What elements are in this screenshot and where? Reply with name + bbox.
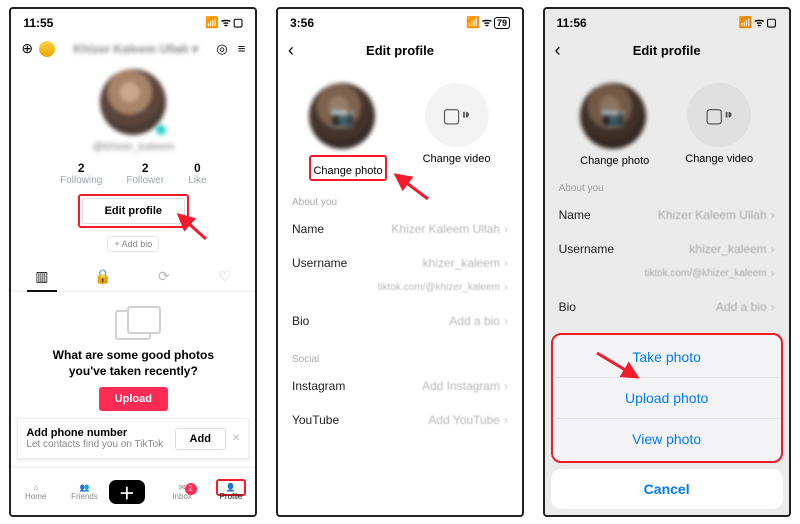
content-tabs: ▥ 🔒 ⟳ ♡: [11, 262, 255, 292]
stat-like[interactable]: 0Like: [188, 161, 206, 186]
row-username[interactable]: Usernamekhizer_kaleem›: [545, 232, 789, 266]
status-time: 11:55: [23, 16, 53, 30]
row-name[interactable]: NameKhizer Kaleem Ullah›: [278, 212, 522, 246]
menu-icon[interactable]: ≡: [238, 41, 246, 57]
video-icon: ▢⁍: [425, 83, 489, 147]
verified-badge: [154, 123, 168, 137]
row-username[interactable]: Usernamekhizer_kaleem›: [278, 246, 522, 280]
media-row: 📷 Change photo ▢⁍ Change video: [545, 83, 789, 167]
change-video[interactable]: ▢⁍ Change video: [423, 83, 491, 181]
row-profile-link[interactable]: tiktok.com/@khizer_kaleem›: [278, 280, 522, 304]
section-about: About you: [278, 181, 522, 212]
back-icon[interactable]: ‹: [555, 40, 575, 61]
nav-friends[interactable]: 👥Friends: [60, 483, 109, 501]
status-bar: 11:55 📶ᯤ▢: [11, 9, 255, 36]
edit-header: ‹ Edit profile: [545, 36, 789, 65]
views-icon[interactable]: ◎: [216, 41, 227, 57]
profile-name-dropdown[interactable]: Khizer Kaleem Ullah ▾: [55, 42, 216, 56]
camera-icon: 📷: [309, 83, 375, 149]
avatar[interactable]: [100, 69, 166, 135]
section-social: Social: [278, 338, 522, 369]
status-time: 3:56: [290, 16, 314, 30]
coin-icon[interactable]: [39, 41, 55, 57]
nav-create[interactable]: ＋: [109, 480, 158, 504]
stat-follower[interactable]: 2Follower: [126, 161, 164, 186]
bottom-nav: ⌂Home 👥Friends ＋ ✉2Inbox 👤Profile: [11, 467, 255, 515]
edit-header: ‹ Edit profile: [278, 36, 522, 65]
nav-home[interactable]: ⌂Home: [11, 483, 60, 501]
change-photo[interactable]: 📷 Change photo: [580, 83, 649, 167]
stats: 2Following 2Follower 0Like: [11, 161, 255, 186]
status-bar: 11:56 📶ᯤ▢: [545, 9, 789, 36]
row-instagram[interactable]: InstagramAdd Instagram›: [278, 369, 522, 403]
add-bio-button[interactable]: + Add bio: [107, 236, 159, 252]
action-view-photo[interactable]: View photo: [555, 419, 779, 459]
page-title: Edit profile: [575, 43, 759, 58]
screen-edit-profile: 3:56 📶ᯤ79 ‹ Edit profile 📷 Change photo …: [276, 7, 524, 517]
camera-icon: 📷: [580, 83, 646, 149]
row-bio[interactable]: BioAdd a bio›: [278, 304, 522, 338]
upload-button[interactable]: Upload: [99, 387, 168, 411]
profile-header: ⊕ Khizer Kaleem Ullah ▾ ◎ ≡: [11, 36, 255, 61]
page-title: Edit profile: [308, 43, 492, 58]
placeholder-icon: [115, 310, 151, 340]
tab-liked[interactable]: ♡: [194, 262, 255, 291]
action-cancel[interactable]: Cancel: [551, 469, 783, 509]
status-bar: 3:56 📶ᯤ79: [278, 9, 522, 36]
row-profile-link[interactable]: tiktok.com/@khizer_kaleem›: [545, 266, 789, 290]
section-about: About you: [545, 167, 789, 198]
video-icon: ▢⁍: [687, 83, 751, 147]
nav-profile[interactable]: 👤Profile: [207, 483, 256, 501]
back-icon[interactable]: ‹: [288, 40, 308, 61]
screen-action-sheet: 11:56 📶ᯤ▢ ‹ Edit profile 📷 Change photo …: [543, 7, 791, 517]
username-text: @khizer_kaleem: [11, 141, 255, 153]
status-icons: 📶ᯤ▢: [203, 15, 243, 30]
tab-posts[interactable]: ▥: [11, 262, 72, 291]
status-icons: 📶ᯤ▢: [736, 15, 776, 30]
add-account-icon[interactable]: ⊕: [21, 40, 33, 57]
tab-locked[interactable]: 🔒: [72, 262, 133, 291]
action-take-photo[interactable]: Take photo: [555, 337, 779, 378]
screen-profile: 11:55 📶ᯤ▢ ⊕ Khizer Kaleem Ullah ▾ ◎ ≡ @k…: [9, 7, 257, 517]
banner-add-button[interactable]: Add: [175, 428, 226, 450]
action-upload-photo[interactable]: Upload photo: [555, 378, 779, 419]
media-row: 📷 Change photo ▢⁍ Change video: [278, 83, 522, 181]
stat-following[interactable]: 2Following: [60, 161, 102, 186]
row-name[interactable]: NameKhizer Kaleem Ullah›: [545, 198, 789, 232]
status-icons: 📶ᯤ79: [464, 15, 510, 30]
row-youtube[interactable]: YouTubeAdd YouTube›: [278, 403, 522, 437]
status-time: 11:56: [557, 16, 587, 30]
action-sheet: Take photo Upload photo View photo Cance…: [551, 333, 783, 509]
nav-inbox[interactable]: ✉2Inbox: [158, 483, 207, 501]
change-video[interactable]: ▢⁍ Change video: [685, 83, 753, 167]
add-phone-banner: Add phone numberLet contacts find you on…: [17, 418, 249, 459]
upload-prompt: What are some good photosyou've taken re…: [11, 310, 255, 411]
edit-profile-button[interactable]: Edit profile: [82, 198, 185, 224]
change-photo[interactable]: 📷 Change photo: [309, 83, 386, 181]
row-bio[interactable]: BioAdd a bio›: [545, 290, 789, 324]
tab-reposts[interactable]: ⟳: [133, 262, 194, 291]
banner-close-icon[interactable]: ✕: [232, 433, 240, 444]
